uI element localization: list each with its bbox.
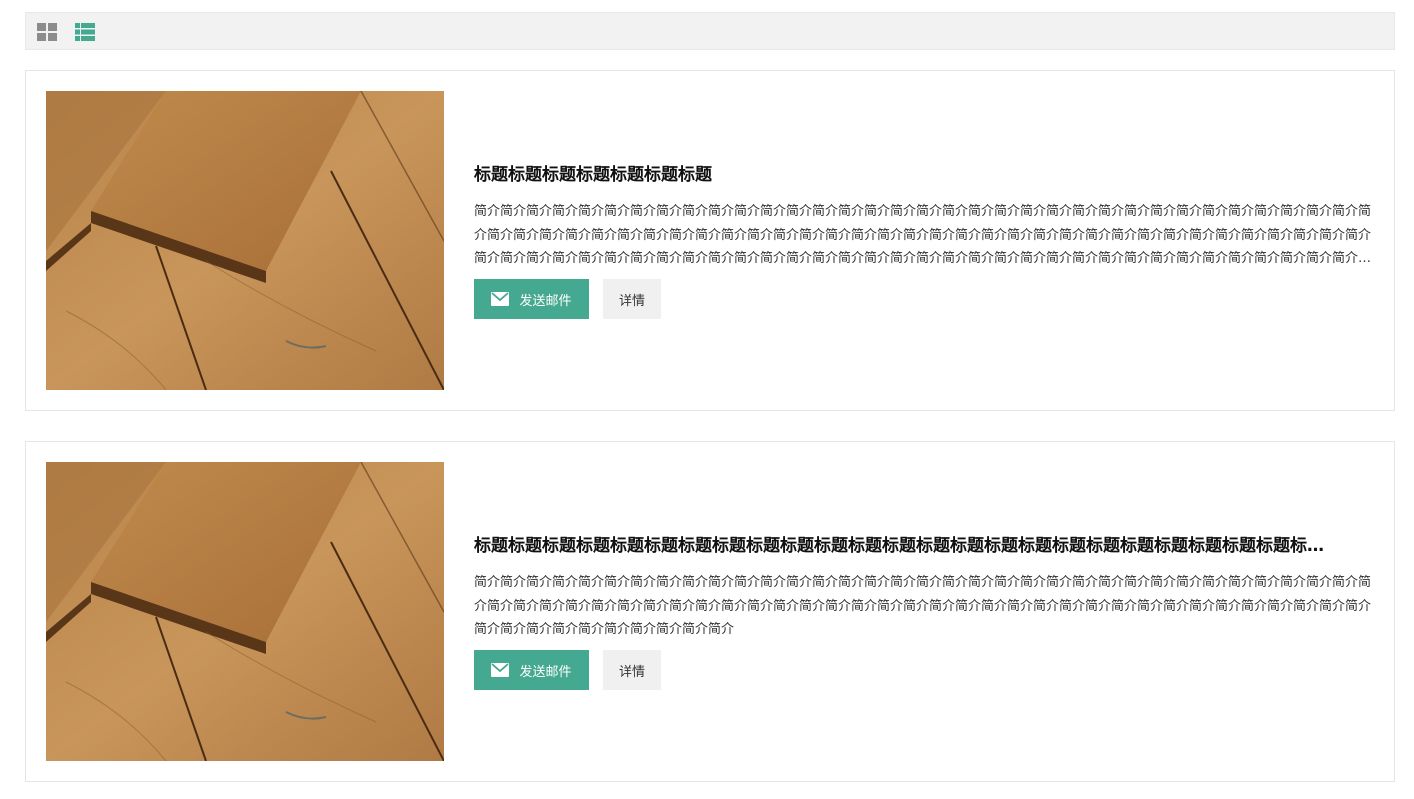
mail-icon [491,292,510,306]
product-image[interactable] [46,91,444,390]
item-description: 简介简介简介简介简介简介简介简介简介简介简介简介简介简介简介简介简介简介简介简介… [474,575,1372,637]
detail-button[interactable]: 详情 [603,650,661,690]
list-view-icon[interactable] [74,22,96,42]
grid-view-icon[interactable] [36,22,58,42]
view-toolbar [25,12,1395,50]
item-title[interactable]: 标题标题标题标题标题标题标题 [474,163,1374,187]
send-mail-button[interactable]: 发送邮件 [474,650,589,690]
detail-button[interactable]: 详情 [603,279,661,319]
send-mail-label: 发送邮件 [519,663,572,679]
item-title[interactable]: 标题标题标题标题标题标题标题标题标题标题标题标题标题标题标题标题标题标题标题标题… [474,534,1374,558]
item-description: 简介简介简介简介简介简介简介简介简介简介简介简介简介简介简介简介简介简介简介简介… [474,204,1372,266]
item-info: 标题标题标题标题标题标题标题 简介简介简介简介简介简介简介简介简介简介简介简介简… [474,163,1374,319]
list-item: 标题标题标题标题标题标题标题标题标题标题标题标题标题标题标题标题标题标题标题标题… [25,441,1395,782]
send-mail-button[interactable]: 发送邮件 [474,279,589,319]
mail-icon [491,663,510,677]
list-item: 标题标题标题标题标题标题标题 简介简介简介简介简介简介简介简介简介简介简介简介简… [25,70,1395,411]
item-info: 标题标题标题标题标题标题标题标题标题标题标题标题标题标题标题标题标题标题标题标题… [474,534,1374,690]
product-image[interactable] [46,462,444,761]
send-mail-label: 发送邮件 [519,292,572,308]
